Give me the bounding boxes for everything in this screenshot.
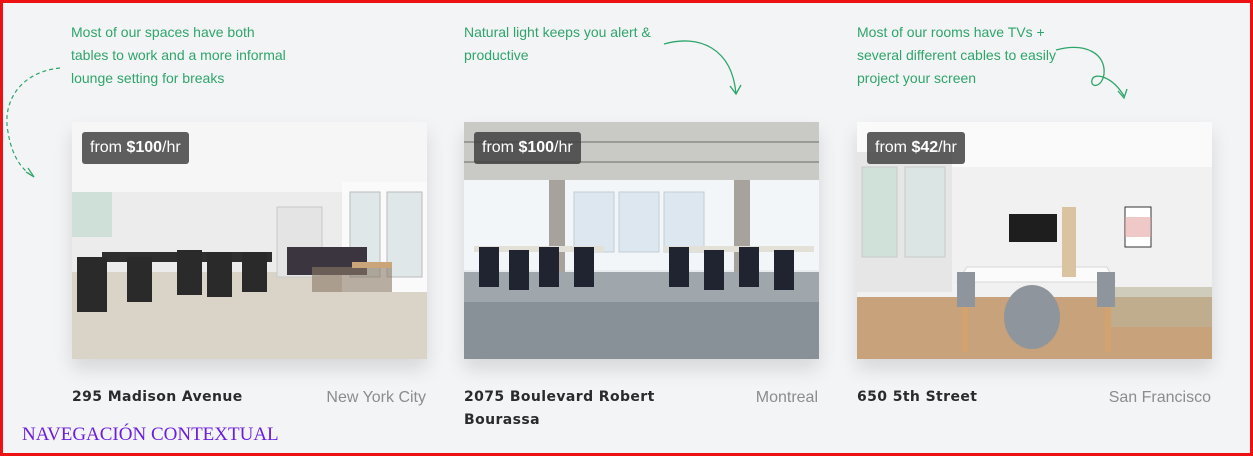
loop-arrow-icon [1055,46,1128,100]
listing-card-5th-street[interactable]: from $42/hr [857,122,1212,359]
curved-arrow-icon [6,67,61,178]
contextual-navigation-label: NAVEGACIÓN CONTEXTUAL [22,424,279,445]
price-badge: from $42/hr [867,132,965,164]
curved-arrow-icon [663,40,742,96]
note-lounge: Most of our spaces have both tables to w… [71,24,286,86]
note-tv-cables: Most of our rooms have TVs + several dif… [857,24,1056,86]
listing-city: Montreal [755,389,818,406]
note-natural-light: Natural light keeps you alert & producti… [464,24,651,63]
listing-address[interactable]: 2075 Boulevard Robert Bourassa [464,386,684,432]
listing-city: San Francisco [1108,389,1211,406]
price-badge: from $100/hr [474,132,581,164]
listing-city: New York City [326,389,426,406]
listing-card-bourassa[interactable]: from $100/hr [464,122,819,359]
listing-card-madison[interactable]: from $100/hr [72,122,427,359]
price-badge: from $100/hr [82,132,189,164]
